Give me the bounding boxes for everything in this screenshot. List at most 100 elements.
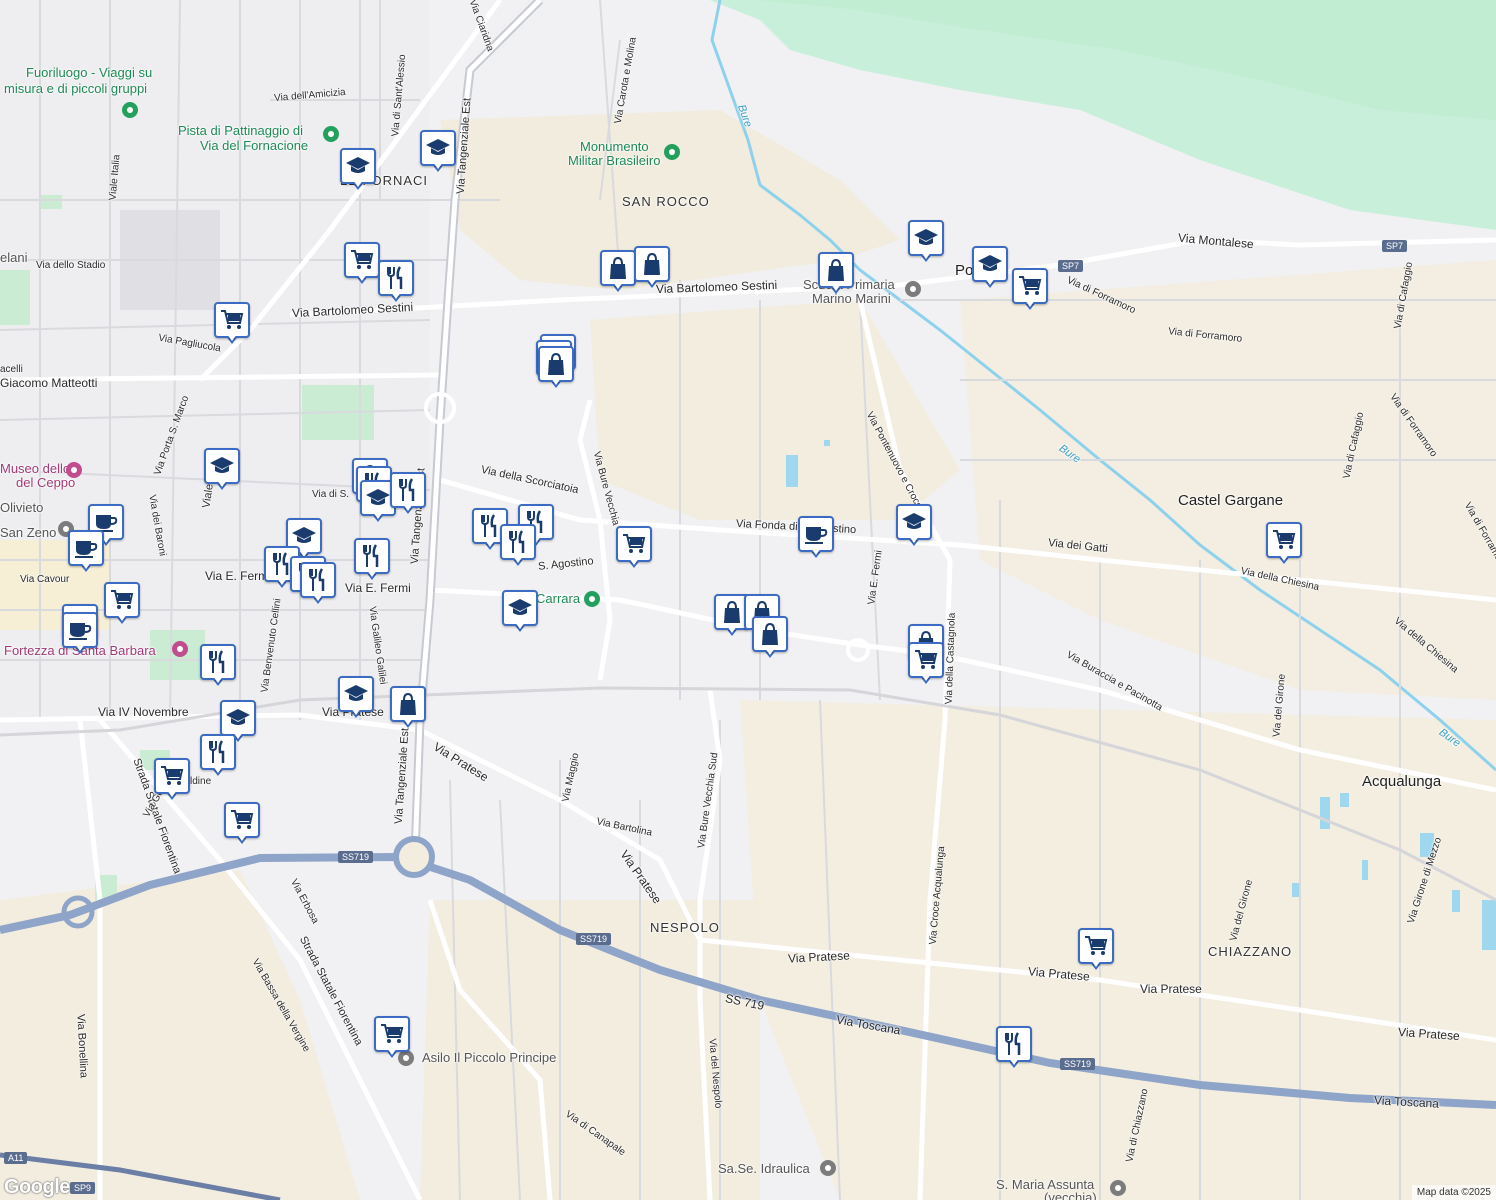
place-po: Po [955,262,974,279]
shopping-cart-icon-pin[interactable] [344,242,380,286]
restaurant-icon-pin[interactable] [996,1026,1032,1070]
shopping-cart-icon-pin[interactable] [154,758,190,802]
roundabout [393,836,435,878]
tree-icon[interactable] [664,144,680,160]
shopping-cart-icon-pin[interactable] [1266,522,1302,566]
camera-icon[interactable] [172,641,188,657]
restaurant-icon-pin[interactable] [200,734,236,778]
pond [1452,890,1460,912]
school-icon-pin[interactable] [908,220,944,264]
shopping-bag-icon [634,246,670,282]
poi-museo-label: Museo dello [0,461,71,476]
poi-museo-label: del Ceppo [16,475,76,490]
shopping-cart-icon-pin[interactable] [374,1016,410,1060]
shopping-cart-icon-pin[interactable] [616,526,652,570]
restaurant-icon [390,472,426,508]
road-label: Via dello Stadio [36,260,106,271]
road-shield: SS719 [338,851,374,863]
road-shield: SP9 [70,1182,96,1194]
school-icon-pin[interactable] [502,590,538,634]
poi-asilo-label: Asilo Il Piccolo Principe [422,1050,557,1065]
school-icon-pin[interactable] [204,448,240,492]
restaurant-icon [300,562,336,598]
poi-olivieto-label: Olivieto [0,500,44,515]
road-label: Via Cavour [20,574,70,585]
shopping-cart-icon-pin[interactable] [1012,268,1048,312]
poi-assunta-label: (vecchia) [1044,1190,1097,1200]
school-icon-pin[interactable] [420,130,456,174]
cafe-icon-pin[interactable] [798,516,834,560]
place-castel-gargane: Castel Gargane [1178,492,1284,509]
pond [786,455,798,487]
shopping-cart-icon-pin[interactable] [214,302,250,346]
road-shield: SP7 [1058,260,1084,272]
shopping-cart-icon [1078,928,1114,964]
shopping-bag-icon-pin[interactable] [600,250,636,294]
restaurant-icon-pin[interactable] [200,644,236,688]
restaurant-icon-pin[interactable] [354,538,390,582]
pond [1292,883,1299,897]
place-nespolo: NESPOLO [650,920,720,935]
road-shield: SP7 [1382,240,1408,252]
school-icon [908,220,944,256]
poi-fuoriluogo-label: misura e di piccoli gruppi [4,81,148,96]
park-green [0,270,30,325]
restaurant-icon [200,734,236,770]
map-canvas[interactable]: SAN ROCCO Castel Gargane Acqualunga CHIA… [0,0,1496,1200]
school-poi-icon[interactable] [905,281,921,297]
bank-icon[interactable] [820,1160,836,1176]
poi-fuoriluogo-label: Fuoriluogo - Viaggi su [26,65,153,80]
shopping-cart-icon [374,1016,410,1052]
google-logo: Google [4,1176,70,1198]
poi-monumento-label: Militar Brasileiro [568,153,661,168]
shopping-bag-icon-pin[interactable] [634,246,670,290]
road-label: Giacomo Matteotti [0,376,98,390]
road-label: Via IV Novembre [98,705,189,719]
shopping-bag-icon-pin[interactable] [752,616,788,660]
poi-san-zeno-label: San Zeno [0,525,57,540]
shopping-cart-icon-pin[interactable] [908,642,944,686]
shopping-cart-icon [1266,522,1302,558]
poi-green-marker[interactable] [122,102,138,118]
road-shield: SS719 [576,933,612,945]
road-label: acelli [0,364,23,375]
road-label: Via E. Fermi [205,569,271,583]
park-green [40,195,62,209]
map-attribution: Map data ©2025 [1411,1185,1496,1200]
poi-green-marker[interactable] [584,591,600,607]
school-icon-pin[interactable] [340,148,376,192]
church-icon[interactable] [1110,1180,1126,1196]
restaurant-icon-pin[interactable] [378,260,414,304]
place-chiazzano: CHIAZZANO [1208,944,1293,959]
restaurant-icon-pin[interactable] [300,562,336,606]
shopping-bag-icon-pin[interactable] [538,346,574,390]
shopping-cart-icon [214,302,250,338]
pond [1482,900,1496,950]
restaurant-icon [500,524,536,560]
restaurant-icon-pin[interactable] [390,472,426,516]
cafe-icon-pin[interactable] [62,612,98,656]
shopping-cart-icon-pin[interactable] [104,582,140,626]
pond [1362,860,1368,880]
shopping-cart-icon-pin[interactable] [1078,928,1114,972]
restaurant-icon-pin[interactable] [500,524,536,568]
cafe-icon-pin[interactable] [68,530,104,574]
poi-green-marker[interactable] [323,126,339,142]
shopping-bag-icon-pin[interactable] [390,686,426,730]
school-icon [972,246,1008,282]
shopping-cart-icon [344,242,380,278]
school-icon [204,448,240,484]
school-icon-pin[interactable] [972,246,1008,290]
cafe-icon [68,530,104,566]
shopping-bag-icon [600,250,636,286]
shopping-cart-icon-pin[interactable] [224,802,260,846]
school-icon-pin[interactable] [338,676,374,720]
shopping-cart-icon [224,802,260,838]
shopping-cart-icon [616,526,652,562]
school-icon [896,504,932,540]
museum-icon[interactable] [66,462,82,478]
poi-idraulica-label: Sa.Se. Idraulica [718,1161,810,1176]
school-icon-pin[interactable] [896,504,932,548]
shopping-bag-icon-pin[interactable] [818,252,854,296]
place-san-rocco: SAN ROCCO [622,194,710,209]
